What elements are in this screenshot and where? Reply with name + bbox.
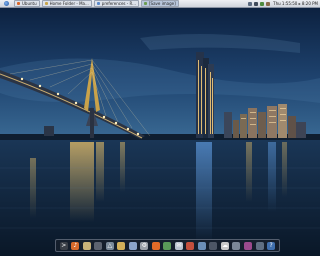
network-icon[interactable]: [255, 241, 264, 250]
taskbar-item-label: [Save image]: [148, 0, 176, 6]
video-icon[interactable]: [244, 241, 252, 250]
taskbar-item-preferences[interactable]: preferences - R...: [93, 0, 139, 7]
taskbar-item-label: preferences - R...: [101, 0, 136, 6]
user-icon[interactable]: [266, 1, 271, 6]
app-menu-button[interactable]: [0, 1, 12, 7]
music-player-icon[interactable]: ♪: [71, 241, 80, 250]
desktop[interactable]: [0, 8, 320, 256]
firefox-icon: [17, 2, 20, 5]
mail-icon[interactable]: ✉: [174, 241, 183, 250]
display-icon[interactable]: [232, 241, 241, 250]
system-tray: Thu 1:55:50 ▸ 8:20 PM: [246, 1, 320, 7]
blue-orb-icon: [3, 1, 9, 6]
firefox-icon[interactable]: [151, 241, 160, 250]
folder-icon[interactable]: [117, 241, 126, 250]
taskbar-item-label: Ubuntu: [22, 0, 37, 6]
help-icon[interactable]: ?: [267, 241, 276, 250]
calendar-icon[interactable]: [186, 241, 195, 250]
taskbar-item-label: Home Folder - Ma...: [49, 0, 89, 6]
files-icon[interactable]: [82, 241, 91, 250]
volume-icon[interactable]: [254, 1, 259, 6]
taskbar-item-home-folder[interactable]: Home Folder - Ma...: [41, 0, 92, 7]
top-panel: Ubuntu Home Folder - Ma... preferences -…: [0, 0, 320, 8]
text-editor-icon: [96, 2, 100, 5]
taskbar-item-save-image[interactable]: [Save image]: [140, 0, 179, 7]
globe-icon[interactable]: [197, 241, 206, 250]
dock: > ♪ △ ⚙ ✉ ☁?: [55, 239, 280, 252]
image-icon: [143, 2, 147, 5]
chat-icon[interactable]: [163, 241, 172, 250]
clock[interactable]: Thu 1:55:50 ▸ 8:20 PM: [273, 1, 318, 7]
folder-icon: [44, 2, 48, 5]
weather-icon[interactable]: ☁: [220, 241, 229, 250]
network-icon[interactable]: [248, 1, 253, 6]
window-icon[interactable]: [209, 241, 218, 250]
terminal-icon[interactable]: >: [59, 241, 68, 250]
trash-icon[interactable]: [94, 241, 103, 250]
wallpaper-image: [0, 8, 320, 256]
image-viewer-icon[interactable]: [128, 241, 137, 250]
settings-icon[interactable]: ⚙: [140, 241, 149, 250]
triangle-app-icon[interactable]: △: [105, 241, 114, 250]
battery-icon[interactable]: [260, 1, 265, 6]
taskbar-item-ubuntu[interactable]: Ubuntu: [14, 0, 40, 7]
